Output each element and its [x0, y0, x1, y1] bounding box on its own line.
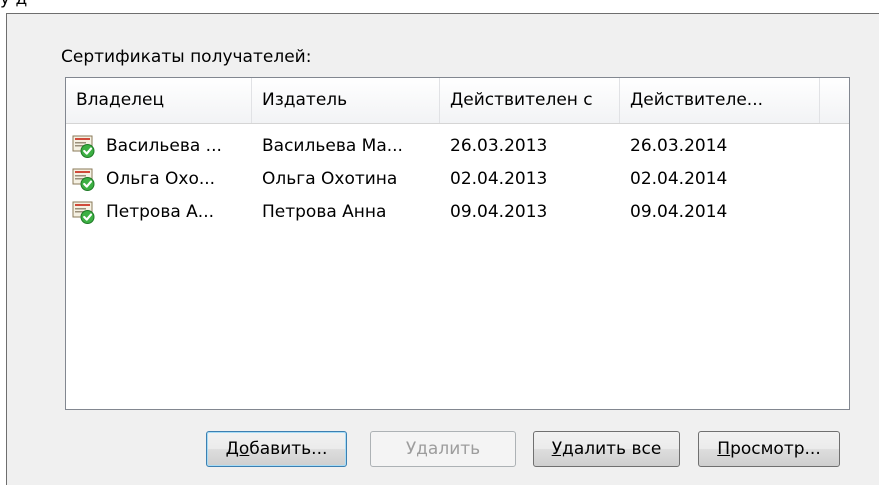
list-header: Владелец Издатель Действителен с Действи… [66, 78, 849, 124]
cell-owner: Петрова А... [106, 202, 215, 222]
cell-valid-from: 26.03.2013 [450, 136, 548, 156]
cell-issuer: Ольга Охотина [262, 169, 398, 189]
cell-valid-from: 02.04.2013 [450, 169, 548, 189]
add-button[interactable]: Добавить... [206, 431, 347, 467]
table-row[interactable]: Ольга Охо... Ольга Охотина 02.04.2013 02… [66, 163, 849, 196]
add-button-label: бавить... [249, 439, 328, 459]
clipped-top-text: у д [0, 0, 27, 9]
remove-button-label: Удалить [405, 439, 481, 459]
column-header-issuer[interactable]: Издатель [252, 78, 440, 123]
certificate-valid-icon [72, 168, 95, 191]
section-label: Сертификаты получателей: [61, 47, 312, 67]
remove-button[interactable]: Удалить [370, 431, 516, 467]
view-button[interactable]: Просмотр... [698, 431, 840, 467]
cell-owner: Ольга Охо... [106, 169, 216, 189]
view-button-accelerator: П [717, 439, 731, 459]
remove-all-button[interactable]: Удалить все [533, 431, 680, 467]
remove-all-button-label: алить все [573, 439, 662, 459]
table-row[interactable]: Васильева ... Васильева Ма... 26.03.2013… [66, 130, 849, 163]
cell-valid-to: 09.04.2014 [630, 202, 728, 222]
cell-issuer: Петрова Анна [262, 202, 387, 222]
cell-owner: Васильева ... [106, 136, 222, 156]
table-row[interactable]: Петрова А... Петрова Анна 09.04.2013 09.… [66, 196, 849, 229]
remove-all-button-accelerator: Уд [551, 439, 574, 459]
column-header-valid-to[interactable]: Действителе... [620, 78, 820, 123]
certificate-valid-icon [72, 135, 95, 158]
recipient-certificates-panel: Сертификаты получателей: Владелец Издате… [6, 13, 879, 485]
column-header-valid-from[interactable]: Действителен с [440, 78, 620, 123]
certificate-valid-icon [72, 201, 95, 224]
view-button-label: росмотр... [730, 439, 821, 459]
cell-valid-from: 09.04.2013 [450, 202, 548, 222]
cell-valid-to: 02.04.2014 [630, 169, 728, 189]
cell-valid-to: 26.03.2014 [630, 136, 728, 156]
certificates-list[interactable]: Владелец Издатель Действителен с Действи… [65, 77, 850, 410]
column-header-owner[interactable]: Владелец [66, 78, 252, 123]
add-button-accelerator: До [225, 439, 250, 459]
cell-issuer: Васильева Ма... [262, 136, 403, 156]
